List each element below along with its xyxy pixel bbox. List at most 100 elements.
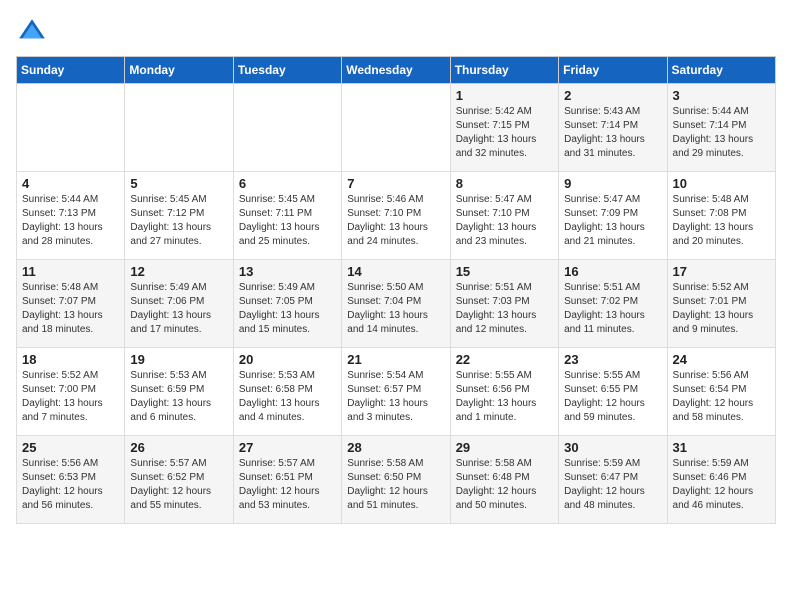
day-number: 13: [239, 264, 336, 279]
day-info: Sunrise: 5:58 AM Sunset: 6:48 PM Dayligh…: [456, 457, 553, 513]
day-cell: 15 Sunrise: 5:51 AM Sunset: 7:03 PM Dayli…: [450, 260, 558, 348]
day-number: 8: [456, 176, 553, 191]
day-cell: 3 Sunrise: 5:44 AM Sunset: 7:14 PM Daylig…: [667, 84, 775, 172]
day-cell: 17Sunrise: 5:52 AM Sunset: 7:01 PM Dayli…: [667, 260, 775, 348]
day-info: Sunrise: 5:59 AM Sunset: 6:47 PM Dayligh…: [564, 457, 661, 513]
day-number: 2: [564, 88, 661, 103]
header-cell-monday: Monday: [125, 57, 233, 84]
day-info: Sunrise: 5:43 AM Sunset: 7:14 PM Dayligh…: [564, 105, 661, 161]
day-cell: 2 Sunrise: 5:43 AM Sunset: 7:14 PM Daylig…: [559, 84, 667, 172]
day-cell: 25Sunrise: 5:56 AM Sunset: 6:53 PM Dayli…: [17, 436, 125, 524]
day-number: 30: [564, 440, 661, 455]
day-number: 24: [673, 352, 770, 367]
day-cell: 7 Sunrise: 5:46 AM Sunset: 7:10 PM Daylig…: [342, 172, 450, 260]
day-cell: 23 Sunrise: 5:55 AM Sunset: 6:55 PM Dayli…: [559, 348, 667, 436]
day-info: Sunrise: 5:42 AM Sunset: 7:15 PM Dayligh…: [456, 105, 553, 161]
day-cell: 26 Sunrise: 5:57 AM Sunset: 6:52 PM Dayli…: [125, 436, 233, 524]
header-cell-friday: Friday: [559, 57, 667, 84]
day-cell: [342, 84, 450, 172]
day-cell: 11 Sunrise: 5:48 AM Sunset: 7:07 PM Dayli…: [17, 260, 125, 348]
week-row-3: 11 Sunrise: 5:48 AM Sunset: 7:07 PM Dayli…: [17, 260, 776, 348]
day-number: 29: [456, 440, 553, 455]
day-number: 18: [22, 352, 119, 367]
day-cell: 29 Sunrise: 5:58 AM Sunset: 6:48 PM Dayli…: [450, 436, 558, 524]
day-cell: 12Sunrise: 5:49 AM Sunset: 7:06 PM Dayli…: [125, 260, 233, 348]
day-number: 9: [564, 176, 661, 191]
day-info: Sunrise: 5:54 AM Sunset: 6:57 PM Dayligh…: [347, 369, 444, 425]
header-row: SundayMondayTuesdayWednesdayThursdayFrid…: [17, 57, 776, 84]
day-cell: [17, 84, 125, 172]
day-info: Sunrise: 5:48 AM Sunset: 7:08 PM Dayligh…: [673, 193, 770, 249]
day-info: Sunrise: 5:45 AM Sunset: 7:11 PM Dayligh…: [239, 193, 336, 249]
day-number: 5: [130, 176, 227, 191]
day-number: 26: [130, 440, 227, 455]
day-cell: [233, 84, 341, 172]
day-cell: 4Sunrise: 5:44 AM Sunset: 7:13 PM Daylig…: [17, 172, 125, 260]
day-cell: 8 Sunrise: 5:47 AM Sunset: 7:10 PM Daylig…: [450, 172, 558, 260]
day-info: Sunrise: 5:53 AM Sunset: 6:59 PM Dayligh…: [130, 369, 227, 425]
day-number: 11: [22, 264, 119, 279]
day-number: 16: [564, 264, 661, 279]
day-number: 10: [673, 176, 770, 191]
day-number: 7: [347, 176, 444, 191]
day-info: Sunrise: 5:44 AM Sunset: 7:14 PM Dayligh…: [673, 105, 770, 161]
day-info: Sunrise: 5:53 AM Sunset: 6:58 PM Dayligh…: [239, 369, 336, 425]
day-cell: 21 Sunrise: 5:54 AM Sunset: 6:57 PM Dayli…: [342, 348, 450, 436]
page-header: [16, 16, 776, 48]
day-number: 27: [239, 440, 336, 455]
day-cell: 16 Sunrise: 5:51 AM Sunset: 7:02 PM Dayli…: [559, 260, 667, 348]
day-cell: 18 Sunrise: 5:52 AM Sunset: 7:00 PM Dayli…: [17, 348, 125, 436]
day-info: Sunrise: 5:58 AM Sunset: 6:50 PM Dayligh…: [347, 457, 444, 513]
day-info: Sunrise: 5:55 AM Sunset: 6:55 PM Dayligh…: [564, 369, 661, 425]
day-cell: 19 Sunrise: 5:53 AM Sunset: 6:59 PM Dayli…: [125, 348, 233, 436]
week-row-4: 18 Sunrise: 5:52 AM Sunset: 7:00 PM Dayli…: [17, 348, 776, 436]
day-cell: 20Sunrise: 5:53 AM Sunset: 6:58 PM Dayli…: [233, 348, 341, 436]
day-number: 25: [22, 440, 119, 455]
day-info: Sunrise: 5:55 AM Sunset: 6:56 PM Dayligh…: [456, 369, 553, 425]
day-cell: 31Sunrise: 5:59 AM Sunset: 6:46 PM Dayli…: [667, 436, 775, 524]
day-number: 3: [673, 88, 770, 103]
day-cell: [125, 84, 233, 172]
day-info: Sunrise: 5:51 AM Sunset: 7:03 PM Dayligh…: [456, 281, 553, 337]
day-cell: 1Sunrise: 5:42 AM Sunset: 7:15 PM Daylig…: [450, 84, 558, 172]
day-cell: 6 Sunrise: 5:45 AM Sunset: 7:11 PM Daylig…: [233, 172, 341, 260]
day-info: Sunrise: 5:57 AM Sunset: 6:52 PM Dayligh…: [130, 457, 227, 513]
day-number: 15: [456, 264, 553, 279]
day-cell: 24 Sunrise: 5:56 AM Sunset: 6:54 PM Dayli…: [667, 348, 775, 436]
day-info: Sunrise: 5:50 AM Sunset: 7:04 PM Dayligh…: [347, 281, 444, 337]
day-cell: 9 Sunrise: 5:47 AM Sunset: 7:09 PM Daylig…: [559, 172, 667, 260]
header-cell-saturday: Saturday: [667, 57, 775, 84]
day-cell: 27 Sunrise: 5:57 AM Sunset: 6:51 PM Dayli…: [233, 436, 341, 524]
day-cell: 5 Sunrise: 5:45 AM Sunset: 7:12 PM Daylig…: [125, 172, 233, 260]
day-info: Sunrise: 5:59 AM Sunset: 6:46 PM Dayligh…: [673, 457, 770, 513]
day-info: Sunrise: 5:51 AM Sunset: 7:02 PM Dayligh…: [564, 281, 661, 337]
day-info: Sunrise: 5:46 AM Sunset: 7:10 PM Dayligh…: [347, 193, 444, 249]
day-number: 17: [673, 264, 770, 279]
day-cell: 10 Sunrise: 5:48 AM Sunset: 7:08 PM Dayli…: [667, 172, 775, 260]
day-number: 28: [347, 440, 444, 455]
day-number: 6: [239, 176, 336, 191]
day-number: 23: [564, 352, 661, 367]
day-info: Sunrise: 5:44 AM Sunset: 7:13 PM Dayligh…: [22, 193, 119, 249]
header-cell-thursday: Thursday: [450, 57, 558, 84]
week-row-2: 4Sunrise: 5:44 AM Sunset: 7:13 PM Daylig…: [17, 172, 776, 260]
day-info: Sunrise: 5:47 AM Sunset: 7:09 PM Dayligh…: [564, 193, 661, 249]
day-cell: 14Sunrise: 5:50 AM Sunset: 7:04 PM Dayli…: [342, 260, 450, 348]
header-cell-tuesday: Tuesday: [233, 57, 341, 84]
logo: [16, 16, 54, 48]
day-number: 21: [347, 352, 444, 367]
week-row-5: 25Sunrise: 5:56 AM Sunset: 6:53 PM Dayli…: [17, 436, 776, 524]
day-number: 19: [130, 352, 227, 367]
day-cell: 13 Sunrise: 5:49 AM Sunset: 7:05 PM Dayli…: [233, 260, 341, 348]
day-info: Sunrise: 5:52 AM Sunset: 7:00 PM Dayligh…: [22, 369, 119, 425]
header-cell-sunday: Sunday: [17, 57, 125, 84]
week-row-1: 1Sunrise: 5:42 AM Sunset: 7:15 PM Daylig…: [17, 84, 776, 172]
calendar-table: SundayMondayTuesdayWednesdayThursdayFrid…: [16, 56, 776, 524]
day-info: Sunrise: 5:48 AM Sunset: 7:07 PM Dayligh…: [22, 281, 119, 337]
day-info: Sunrise: 5:49 AM Sunset: 7:05 PM Dayligh…: [239, 281, 336, 337]
day-info: Sunrise: 5:56 AM Sunset: 6:54 PM Dayligh…: [673, 369, 770, 425]
header-cell-wednesday: Wednesday: [342, 57, 450, 84]
day-info: Sunrise: 5:45 AM Sunset: 7:12 PM Dayligh…: [130, 193, 227, 249]
day-info: Sunrise: 5:57 AM Sunset: 6:51 PM Dayligh…: [239, 457, 336, 513]
day-info: Sunrise: 5:47 AM Sunset: 7:10 PM Dayligh…: [456, 193, 553, 249]
